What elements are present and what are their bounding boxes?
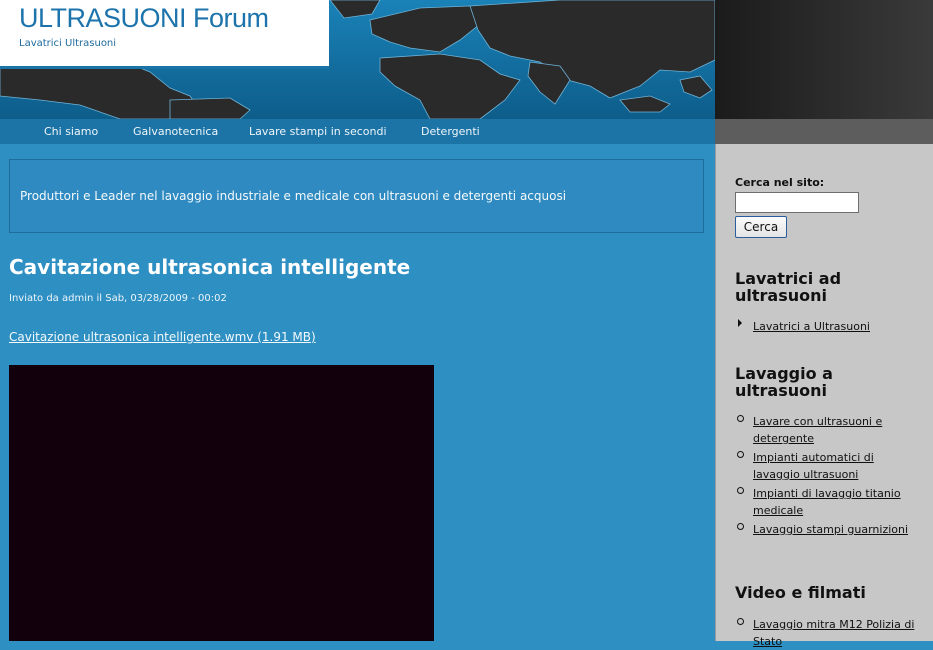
circle-bullet-icon (737, 523, 744, 530)
sidebar-link-lavare-ultrasuoni[interactable]: Lavare con ultrasuoni e detergente (753, 413, 923, 447)
circle-bullet-icon (737, 618, 744, 625)
nav-item-chi-siamo[interactable]: Chi siamo (44, 125, 98, 138)
block-title-video: Video e filmati (735, 583, 866, 602)
mission-text: Produttori e Leader nel lavaggio industr… (20, 189, 567, 203)
block-title-lavatrici: Lavatrici ad ultrasuoni (735, 269, 842, 305)
site-title[interactable]: ULTRASUONI Forum (19, 3, 269, 34)
search-label: Cerca nel sito: (735, 176, 825, 189)
circle-bullet-icon (737, 451, 744, 458)
header-side-band (715, 0, 933, 119)
sidebar-link-lavatrici-ultrasuoni[interactable]: Lavatrici a Ultrasuoni (753, 318, 923, 335)
search-input[interactable] (735, 192, 859, 213)
primary-nav: Chi siamo Galvanotecnica Lavare stampi i… (0, 119, 715, 144)
site-subtitle: Lavatrici Ultrasuoni (19, 38, 117, 49)
post-meta: Inviato da admin il Sab, 03/28/2009 - 00… (9, 293, 227, 304)
site-branding: ULTRASUONI Forum Lavatrici Ultrasuoni (0, 0, 329, 69)
triangle-bullet-icon (738, 319, 742, 327)
nav-item-lavare-stampi[interactable]: Lavare stampi in secondi (249, 125, 387, 138)
attachment-link[interactable]: Cavitazione ultrasonica intelligente.wmv… (9, 330, 316, 344)
sidebar-link-impianti-automatici[interactable]: Impianti automatici di lavaggio ultrasuo… (753, 449, 923, 483)
nav-side-band (715, 119, 933, 144)
search-button[interactable]: Cerca (735, 216, 787, 238)
sidebar-link-lavaggio-mitra[interactable]: Lavaggio mitra M12 Polizia di Stato (753, 616, 923, 650)
sidebar-link-impianti-titanio[interactable]: Impianti di lavaggio titanio medicale (753, 485, 923, 519)
header-banner: ULTRASUONI Forum Lavatrici Ultrasuoni (0, 0, 715, 119)
post-title[interactable]: Cavitazione ultrasonica intelligente (9, 255, 410, 279)
nav-item-detergenti[interactable]: Detergenti (421, 125, 480, 138)
circle-bullet-icon (737, 487, 744, 494)
block-title-lavaggio: Lavaggio a ultrasuoni (735, 364, 833, 400)
sidebar-link-lavaggio-stampi[interactable]: Lavaggio stampi guarnizioni (753, 521, 923, 538)
sidebar: Cerca nel sito: Cerca Lavatrici ad ultra… (715, 144, 933, 648)
nav-item-galvanotecnica[interactable]: Galvanotecnica (133, 125, 218, 138)
video-player[interactable] (9, 365, 434, 641)
mission-box: Produttori e Leader nel lavaggio industr… (9, 159, 704, 233)
circle-bullet-icon (737, 415, 744, 422)
